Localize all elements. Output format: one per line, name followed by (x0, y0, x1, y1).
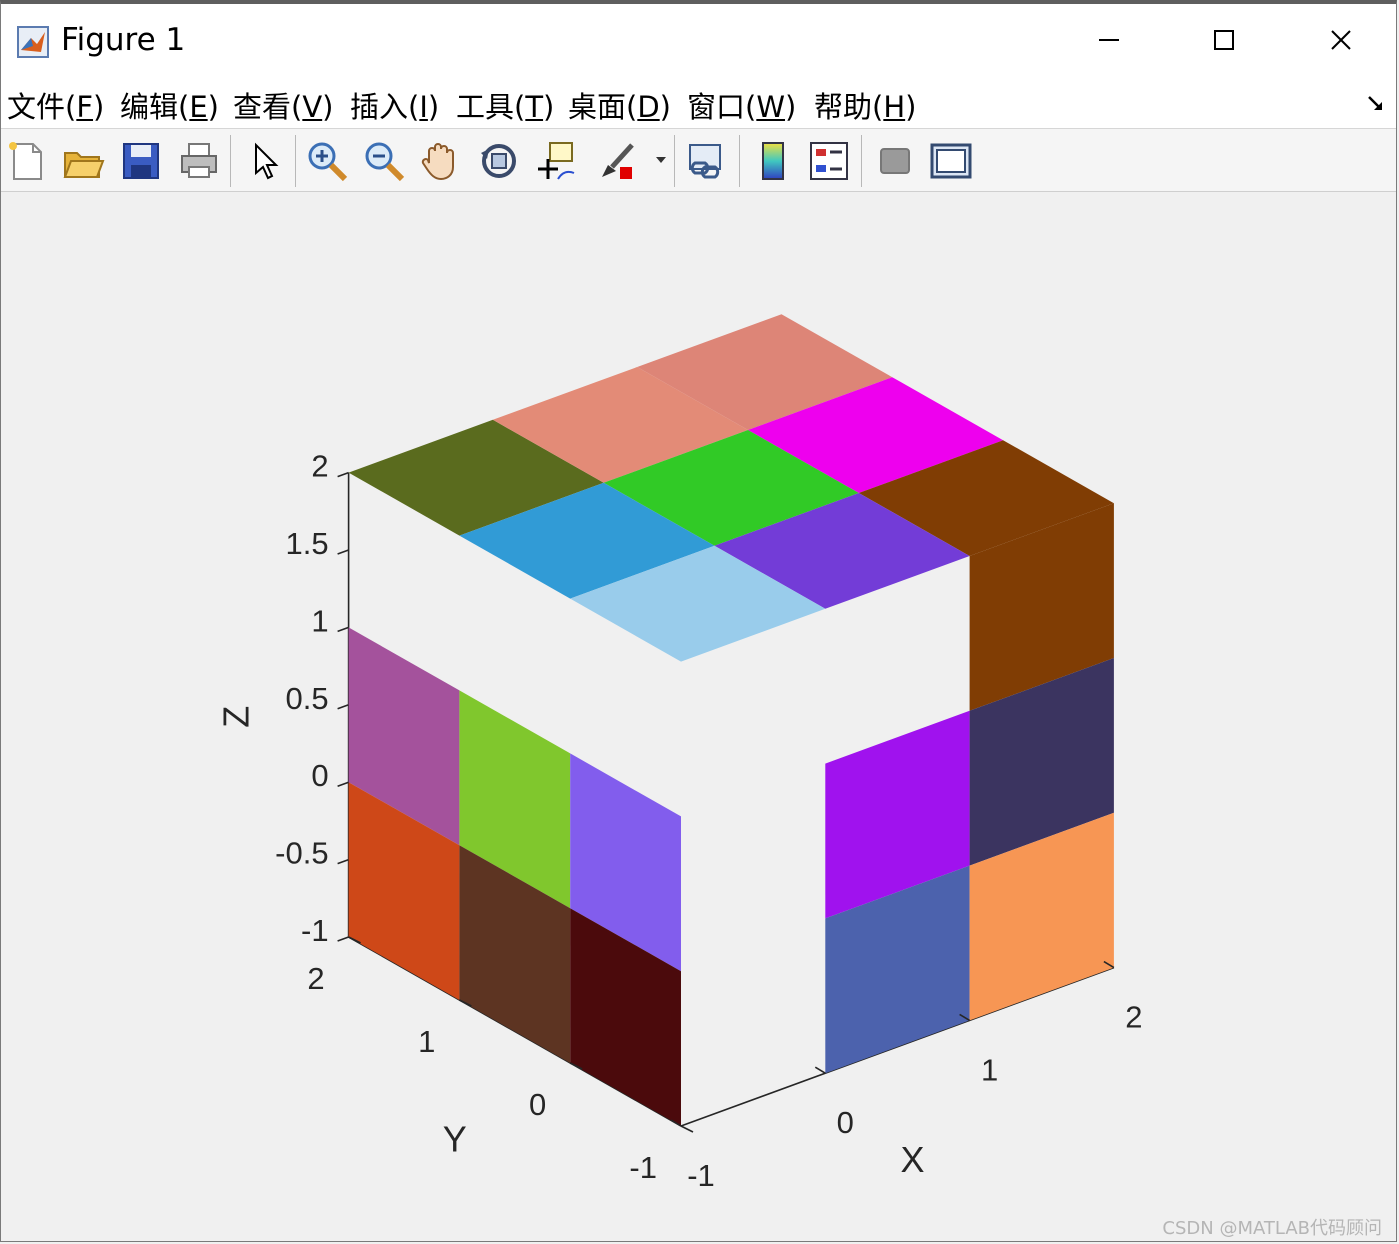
toolbar-separator (295, 135, 296, 187)
print-button[interactable] (177, 139, 221, 183)
new-figure-button[interactable] (5, 139, 49, 183)
rotate-3d-button[interactable] (477, 139, 521, 183)
y-tick-label: 1 (418, 1024, 435, 1059)
pan-button[interactable] (419, 139, 463, 183)
y-tick-label: -1 (629, 1150, 657, 1185)
title-bar[interactable]: Figure 1 (1, 4, 1396, 74)
zoom-in-icon (308, 142, 348, 182)
data-cursor-button[interactable] (534, 139, 578, 183)
brush-button[interactable] (596, 139, 640, 183)
rotate-3d-icon (481, 144, 516, 178)
select-pointer-icon (255, 142, 279, 180)
menu-edit[interactable]: 编辑(E) (120, 84, 219, 126)
x-tick-label: 2 (1125, 1000, 1142, 1035)
toolbar-separator (674, 135, 675, 187)
open-file-icon (63, 152, 105, 178)
hide-plot-tools-button[interactable] (873, 139, 917, 183)
dock-figure-icon[interactable] (1366, 94, 1386, 114)
colorbar-icon (762, 142, 784, 180)
x-tick (814, 1066, 826, 1074)
y-axis-label: Y (443, 1119, 467, 1160)
menu-bar: 文件(F) 编辑(E) 查看(V) 插入(I) 工具(T) 桌面(D) 窗口(W… (1, 74, 1396, 128)
menu-desktop[interactable]: 桌面(D) (568, 84, 671, 126)
menu-file[interactable]: 文件(F) (7, 84, 104, 126)
menu-help[interactable]: 帮助(H) (814, 84, 916, 126)
z-tick (337, 858, 349, 865)
matlab-logo-icon (17, 26, 49, 58)
voxel-cube-chart[interactable]: -1 -0.5 0 0.5 1 1.5 2 -1 0 1 2 -1 0 1 2 Z Y X (1, 192, 1396, 1242)
z-tick-label: 1 (311, 603, 328, 638)
menu-window[interactable]: 窗口(W) (687, 84, 796, 126)
z-tick (337, 471, 349, 478)
brush-icon (602, 143, 634, 179)
figure-window: Figure 1 文件(F) 编辑(E) 查看(V) 插入(I) 工具(T) 桌… (0, 0, 1397, 1242)
link-plot-button[interactable] (685, 139, 729, 183)
y-tick-label: 0 (529, 1087, 546, 1122)
toolbar-separator (861, 135, 862, 187)
z-tick (337, 626, 349, 633)
show-plot-tools-button[interactable] (929, 139, 973, 183)
z-tick-label: 0.5 (285, 681, 328, 716)
link-plot-icon (689, 144, 721, 179)
zoom-out-button[interactable] (362, 139, 406, 183)
window-title: Figure 1 (61, 22, 186, 58)
z-tick (337, 704, 349, 710)
minimize-icon (1099, 39, 1119, 41)
maximize-icon (1214, 30, 1234, 50)
data-cursor-icon (538, 142, 575, 180)
zoom-out-icon (365, 142, 405, 182)
close-button[interactable] (1311, 16, 1371, 64)
toolbar-separator (230, 135, 231, 187)
print-icon (181, 143, 217, 178)
menu-view[interactable]: 查看(V) (233, 84, 334, 126)
y-tick-label: 2 (307, 961, 324, 996)
close-icon (1331, 30, 1351, 50)
hide-plot-tools-icon (880, 148, 910, 174)
z-tick-label: 2 (311, 449, 328, 484)
watermark-text: CSDN @MATLAB代码顾问 (1162, 1218, 1382, 1239)
x-axis-label: X (900, 1139, 924, 1180)
zoom-in-button[interactable] (305, 139, 349, 183)
open-file-button[interactable] (61, 139, 105, 183)
plot-area[interactable]: -1 -0.5 0 0.5 1 1.5 2 -1 0 1 2 -1 0 1 2 Z Y X CSDN @MATLA… (1, 192, 1396, 1242)
z-tick-label: -0.5 (275, 836, 328, 871)
x-tick-label: 1 (981, 1052, 998, 1087)
legend-icon (810, 142, 848, 180)
save-icon (123, 143, 159, 179)
y-tick (680, 1125, 694, 1133)
z-tick-label: -1 (301, 913, 329, 948)
chevron-down-icon[interactable] (655, 153, 667, 167)
select-pointer-button[interactable] (244, 139, 288, 183)
show-plot-tools-icon (930, 143, 972, 179)
z-axis-label: Z (216, 706, 257, 728)
figure-toolbar (1, 128, 1396, 192)
legend-button[interactable] (807, 139, 851, 183)
toolbar-separator (739, 135, 740, 187)
z-tick (337, 549, 349, 555)
save-button[interactable] (119, 139, 163, 183)
x-tick-label: -1 (687, 1158, 715, 1193)
maximize-button[interactable] (1194, 16, 1254, 64)
pan-hand-icon (421, 143, 454, 181)
z-tick-label: 1.5 (285, 526, 328, 561)
z-tick-label: 0 (311, 758, 328, 793)
x-tick-label: 0 (837, 1105, 854, 1140)
colorbar-button[interactable] (751, 139, 795, 183)
new-figure-icon (9, 142, 42, 180)
menu-tools[interactable]: 工具(T) (456, 84, 554, 126)
menu-insert[interactable]: 插入(I) (350, 84, 439, 126)
minimize-button[interactable] (1079, 16, 1139, 64)
z-tick (337, 936, 349, 942)
z-tick (337, 781, 349, 787)
